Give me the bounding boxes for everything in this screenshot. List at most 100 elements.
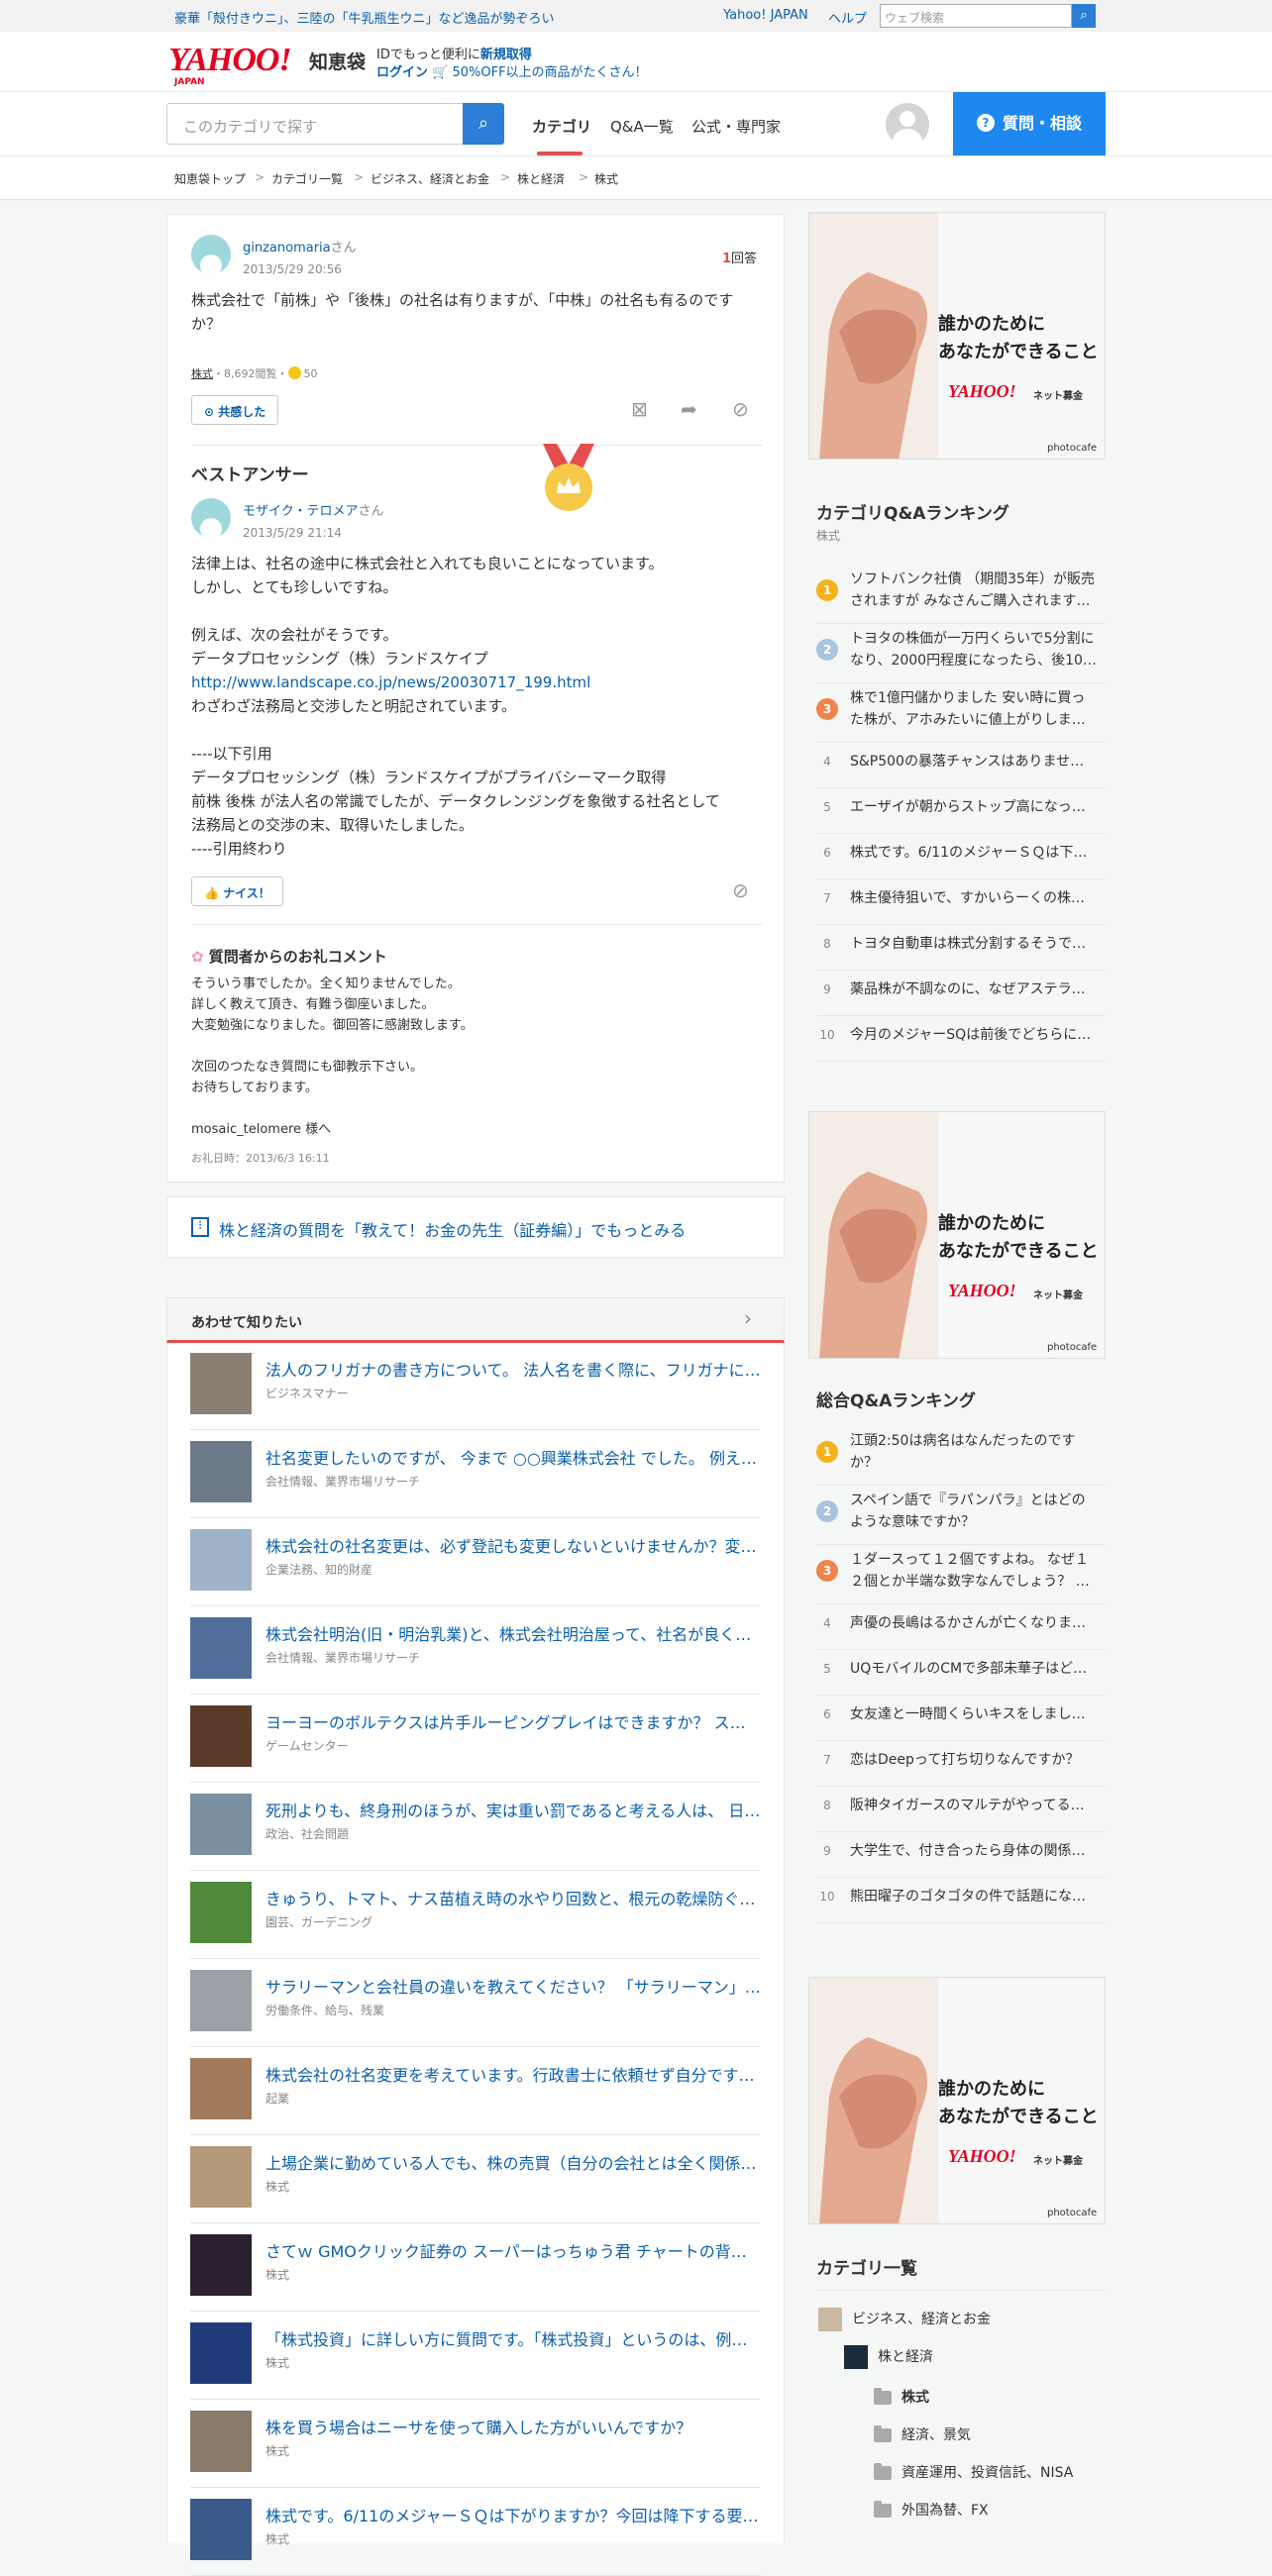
related-title[interactable]: 死刑よりも、終身刑のほうが、実は重い罰であると考える人は、 日… xyxy=(265,1798,761,1821)
related-item[interactable]: 法人のフリガナの書き方について。 法人名を書く際に、フリガナに… ビジネスマナー xyxy=(190,1343,761,1430)
related-thumbnail[interactable] xyxy=(190,1705,252,1767)
web-search-button[interactable]: ⌕ xyxy=(1072,4,1096,28)
related-title[interactable]: 株式会社明治(旧・明治乳業)と、株式会社明治屋って、社名が良く… xyxy=(265,1621,761,1645)
login-link[interactable]: ログイン xyxy=(376,65,428,80)
related-item[interactable]: 株式会社の社名変更を考えています。行政書士に依頼せず自分です… 起業 xyxy=(190,2048,761,2135)
rank-title[interactable]: １ダースって１２個ですよね。 なぜ１２個とか半端な数字なんでしょう？ … xyxy=(850,1549,1098,1593)
related-thumbnail[interactable] xyxy=(190,2058,252,2119)
rank-title[interactable]: 株式です。6/11のメジャーＳＱは下… xyxy=(850,842,1098,864)
questioner-avatar[interactable] xyxy=(191,235,231,274)
rank-title[interactable]: トヨタの株価が一万円くらいで5分割になり、2000円程度になったら、後10… xyxy=(850,628,1098,671)
related-thumbnail[interactable] xyxy=(190,2499,252,2560)
category-item-business[interactable]: ビジネス、経済とお金 xyxy=(818,2308,991,2331)
category-search-button[interactable]: ⌕ xyxy=(463,103,504,145)
related-thumbnail[interactable] xyxy=(190,1617,252,1679)
tab-qa-list[interactable]: Q&A一覧 xyxy=(610,116,674,137)
rank-title[interactable]: ソフトバンク社債 （期間35年）が販売されますが みなさんご購入されます… xyxy=(850,568,1098,612)
ranking-item[interactable]: 3 株で1億円儲かりました 安い時に買った株が、アホみたいに値上がりしま… xyxy=(816,683,1106,743)
category-item-economy[interactable]: 経済、景気 xyxy=(874,2424,971,2444)
ad-banner[interactable]: 誰かのために あなたができること YAHOO! ネット募金 photocafe xyxy=(808,1111,1106,1359)
share-icon[interactable]: ➦ xyxy=(681,397,697,421)
rank-title[interactable]: 女友達と一時間くらいキスをしまし… xyxy=(850,1703,1098,1725)
related-thumbnail[interactable] xyxy=(190,2411,252,2472)
ranking-item[interactable]: 2 トヨタの株価が一万円くらいで5分割になり、2000円程度になったら、後10… xyxy=(816,624,1106,683)
yahoo-japan-link[interactable]: Yahoo! JAPAN xyxy=(723,8,808,23)
answerer-avatar[interactable] xyxy=(191,498,231,538)
breadcrumb-item[interactable]: カテゴリ一覧 xyxy=(271,170,343,187)
rank-title[interactable]: 声優の長嶋はるかさんが亡くなりま… xyxy=(850,1612,1098,1634)
rank-title[interactable]: 恋はDeepって打ち切りなんですか？ xyxy=(850,1749,1098,1771)
category-search-input[interactable]: このカテゴリで探す xyxy=(166,103,464,145)
answerer-name[interactable]: モザイク・テロメアさん xyxy=(243,500,384,519)
related-item[interactable]: さてｗ GMOクリック証券の スーパーはっちゅう君 チャートの背景… 株式 xyxy=(190,2224,761,2312)
related-item[interactable]: 株を買う場合はニーサを使って購入した方がいいんですか？ 株式 xyxy=(190,2401,761,2488)
related-title[interactable]: 株式会社の社名変更を考えています。行政書士に依頼せず自分です… xyxy=(265,2062,761,2086)
rank-title[interactable]: 株主優待狙いで、すかいらーくの株… xyxy=(850,887,1098,909)
ranking-item[interactable]: 5 UQモバイルのCMで多部未華子はど… xyxy=(816,1650,1106,1696)
report-icon[interactable]: ⊘ xyxy=(732,397,749,421)
rank-title[interactable]: 阪神タイガースのマルテがやってる… xyxy=(850,1795,1098,1816)
ranking-item[interactable]: 4 声優の長嶋はるかさんが亡くなりま… xyxy=(816,1604,1106,1650)
related-item[interactable]: 死刑よりも、終身刑のほうが、実は重い罰であると考える人は、 日… 政治、社会問題 xyxy=(190,1784,761,1871)
related-thumbnail[interactable] xyxy=(190,1882,252,1943)
more-questions-link[interactable]: 株と経済の質問を「教えて！お金の先生（証券編）」でもっとみる xyxy=(219,1217,686,1241)
category-item-stocks-economy[interactable]: 株と経済 xyxy=(844,2345,933,2369)
related-item[interactable]: 上場企業に勤めている人でも、株の売買（自分の会社とは全く関係… 株式 xyxy=(190,2136,761,2223)
bookmark-icon[interactable]: ⊠ xyxy=(631,397,648,421)
report-icon[interactable]: ⊘ xyxy=(732,878,749,902)
questioner-name[interactable]: ginzanomariaさん xyxy=(243,237,357,256)
question-tag[interactable]: 株式 xyxy=(191,367,213,380)
related-title[interactable]: ヨーヨーのボルテクスは片手ルーピングプレイはできますか？ スト… xyxy=(265,1709,761,1733)
category-item-investment[interactable]: 資産運用、投資信託、NISA xyxy=(874,2462,1073,2482)
related-title[interactable]: 社名変更したいのですが、 今まで ○○興業株式会社 でした。 例えば… xyxy=(265,1445,761,1469)
rank-title[interactable]: エーザイが朝からストップ高になっ… xyxy=(850,796,1098,818)
breadcrumb-item[interactable]: 知恵袋トップ xyxy=(174,170,246,187)
answer-link[interactable]: http://www.landscape.co.jp/news/20030717… xyxy=(191,673,590,691)
related-title[interactable]: 株式会社の社名変更は、必ず登記も変更しないといけませんか？変… xyxy=(265,1533,761,1557)
rank-title[interactable]: 熊田曜子のゴタゴタの件で話題にな… xyxy=(850,1886,1098,1907)
ranking-item[interactable]: 7 株主優待狙いで、すかいらーくの株… xyxy=(816,879,1106,925)
category-item-stocks[interactable]: 株式 xyxy=(874,2387,929,2407)
related-item[interactable]: きゅうり、トマト、ナス苗植え時の水やり回数と、根元の乾燥防ぐ… 園芸、ガーデニング xyxy=(190,1872,761,1959)
ranking-item[interactable]: 6 女友達と一時間くらいキスをしまし… xyxy=(816,1696,1106,1741)
related-title[interactable]: 上場企業に勤めている人でも、株の売買（自分の会社とは全く関係… xyxy=(265,2150,761,2174)
rank-title[interactable]: トヨタ自動車は株式分割するそうで… xyxy=(850,933,1098,955)
related-title[interactable]: 法人のフリガナの書き方について。 法人名を書く際に、フリガナに… xyxy=(265,1357,761,1381)
ranking-item[interactable]: 7 恋はDeepって打ち切りなんですか？ xyxy=(816,1741,1106,1787)
ranking-item[interactable]: 9 大学生で、付き合ったら身体の関係… xyxy=(816,1832,1106,1878)
tab-official[interactable]: 公式・専門家 xyxy=(691,116,781,137)
ranking-item[interactable]: 9 薬品株が不調なのに、なぜアステラ… xyxy=(816,971,1106,1016)
more-questions-card[interactable]: ⫶ 株と経済の質問を「教えて！お金の先生（証券編）」でもっとみる xyxy=(166,1196,785,1258)
ranking-item[interactable]: 2 スペイン語で『ラパンパラ』とはどのような意味ですか？ xyxy=(816,1486,1106,1545)
ranking-item[interactable]: 3 １ダースって１２個ですよね。 なぜ１２個とか半端な数字なんでしょう？ … xyxy=(816,1545,1106,1604)
related-item[interactable]: 社名変更したいのですが、 今まで ○○興業株式会社 でした。 例えば… 会社情報、… xyxy=(190,1431,761,1518)
rank-title[interactable]: 株で1億円儲かりました 安い時に買った株が、アホみたいに値上がりしま… xyxy=(850,687,1098,731)
help-link[interactable]: ヘルプ xyxy=(828,8,867,27)
register-link[interactable]: 新規取得 xyxy=(480,48,532,62)
ad-banner[interactable]: 誰かのために あなたができること YAHOO! ネット募金 photocafe xyxy=(808,212,1106,460)
related-title[interactable]: 「株式投資」に詳しい方に質問です。「株式投資」というのは、例… xyxy=(265,2326,761,2350)
ranking-item[interactable]: 6 株式です。6/11のメジャーＳＱは下… xyxy=(816,834,1106,879)
promo-link[interactable]: 豪華「殻付きウニ」、三陸の「牛乳瓶生ウニ」など逸品が勢ぞろい xyxy=(174,8,555,27)
rank-title[interactable]: UQモバイルのCMで多部未華子はど… xyxy=(850,1658,1098,1680)
yahoo-logo[interactable]: YAHOO! xyxy=(168,42,292,79)
category-item-fx[interactable]: 外国為替、FX xyxy=(874,2500,989,2520)
related-title[interactable]: サラリーマンと会社員の違いを教えてください？ 「サラリーマン」… xyxy=(265,1974,761,1998)
ranking-item[interactable]: 8 トヨタ自動車は株式分割するそうで… xyxy=(816,925,1106,971)
web-search-input[interactable]: ウェブ検索 xyxy=(880,4,1072,28)
related-title[interactable]: 株を買う場合はニーサを使って購入した方がいいんですか？ xyxy=(265,2415,761,2438)
breadcrumb-item[interactable]: ビジネス、経済とお金 xyxy=(371,170,489,187)
rank-title[interactable]: 今月のメジャーSQは前後でどちらに… xyxy=(850,1024,1098,1046)
rank-title[interactable]: 大学生で、付き合ったら身体の関係… xyxy=(850,1840,1098,1862)
empathy-button[interactable]: ⊙ 共感した xyxy=(191,395,279,425)
breadcrumb-item[interactable]: 株と経済 xyxy=(517,170,565,187)
related-item[interactable]: 株式会社の社名変更は、必ず登記も変更しないといけませんか？変… 企業法務、知的財産 xyxy=(190,1519,761,1606)
related-title[interactable]: きゅうり、トマト、ナス苗植え時の水やり回数と、根元の乾燥防ぐ… xyxy=(265,1886,761,1909)
related-thumbnail[interactable] xyxy=(190,1970,252,2031)
answer-count[interactable]: 1回答 xyxy=(722,248,757,266)
related-thumbnail[interactable] xyxy=(190,1353,252,1414)
related-item[interactable]: 「株式投資」に詳しい方に質問です。「株式投資」というのは、例… 株式 xyxy=(190,2313,761,2400)
related-item[interactable]: 株式会社明治(旧・明治乳業)と、株式会社明治屋って、社名が良く… 会社情報、業界市… xyxy=(190,1607,761,1695)
related-item[interactable]: ヨーヨーのボルテクスは片手ルーピングプレイはできますか？ スト… ゲームセンター xyxy=(190,1696,761,1783)
related-title[interactable]: 株式です。6/11のメジャーＳＱは下がりますか？今回は降下する要… xyxy=(265,2503,761,2526)
